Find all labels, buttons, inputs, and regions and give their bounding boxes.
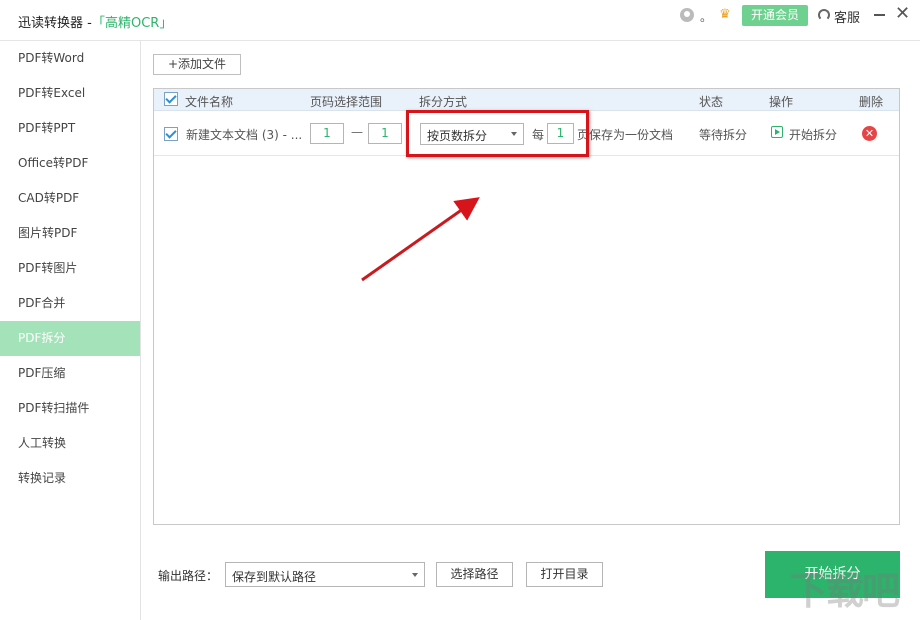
header-action: 操作 [769, 95, 794, 109]
output-path-label: 输出路径： [158, 569, 219, 583]
file-name: 新建文本文档 (3) - ... [186, 128, 303, 142]
choose-path-button[interactable]: 选择路径 [436, 562, 513, 587]
play-icon[interactable] [771, 126, 783, 138]
output-path-select[interactable]: 保存到默认路径 [225, 562, 425, 587]
annotation-arrow [361, 197, 480, 282]
app-title: 迅读转换器 - [18, 16, 92, 31]
select-all-checkbox[interactable] [164, 92, 178, 106]
header-page-range: 页码选择范围 [310, 95, 383, 109]
status-text: 等待拆分 [699, 128, 748, 142]
sidebar-item-office-to-pdf[interactable]: Office转PDF [0, 146, 140, 181]
watermark: 下载吧 [790, 568, 900, 613]
ocr-link[interactable]: 「高精OCR」 [92, 12, 172, 31]
sidebar: PDF转Word PDF转Excel PDF转PPT Office转PDF CA… [0, 41, 141, 620]
range-to-input[interactable]: 1 [368, 123, 402, 144]
sidebar-item-pdf-to-image[interactable]: PDF转图片 [0, 251, 140, 286]
vip-button[interactable]: 开通会员 [742, 5, 808, 26]
row-checkbox[interactable] [164, 127, 178, 141]
sidebar-item-pdf-split[interactable]: PDF拆分 [0, 321, 140, 356]
sidebar-item-cad-to-pdf[interactable]: CAD转PDF [0, 181, 140, 216]
delete-icon[interactable]: ✕ [862, 126, 877, 141]
header-delete: 删除 [859, 95, 884, 109]
output-path-value: 保存到默认路径 [232, 570, 317, 584]
table-row: 新建文本文档 (3) - ... 1 — 1 按页数拆分 每 1 页保存为一份文… [154, 110, 899, 157]
sidebar-item-pdf-to-scan[interactable]: PDF转扫描件 [0, 391, 140, 426]
sidebar-item-pdf-to-word[interactable]: PDF转Word [0, 41, 140, 76]
range-dash: — [351, 125, 363, 139]
sidebar-item-manual-convert[interactable]: 人工转换 [0, 426, 140, 461]
sidebar-item-pdf-merge[interactable]: PDF合并 [0, 286, 140, 321]
sidebar-item-pdf-to-ppt[interactable]: PDF转PPT [0, 111, 140, 146]
user-avatar-icon[interactable] [680, 8, 694, 22]
open-directory-button[interactable]: 打开目录 [526, 562, 603, 587]
sidebar-item-image-to-pdf[interactable]: 图片转PDF [0, 216, 140, 251]
start-split-link[interactable]: 开始拆分 [789, 126, 837, 143]
pages-suffix: 页保存为一份文档 [577, 128, 674, 142]
close-icon[interactable]: ✕ [895, 4, 910, 24]
add-file-button[interactable]: +添加文件 [153, 54, 241, 75]
minimize-icon[interactable] [874, 14, 885, 16]
sidebar-item-history[interactable]: 转换记录 [0, 461, 140, 496]
range-from-input[interactable]: 1 [310, 123, 344, 144]
highlight-annotation [406, 110, 589, 157]
sidebar-item-pdf-compress[interactable]: PDF压缩 [0, 356, 140, 391]
header-split-mode: 拆分方式 [419, 95, 468, 109]
header-file-name: 文件名称 [185, 95, 234, 109]
service-button[interactable]: 客服 [834, 7, 860, 26]
table-header: 文件名称 页码选择范围 拆分方式 状态 操作 删除 [154, 89, 899, 111]
sidebar-item-pdf-to-excel[interactable]: PDF转Excel [0, 76, 140, 111]
header-status: 状态 [699, 95, 724, 109]
user-name[interactable]: 。 [700, 8, 712, 25]
chevron-down-icon [412, 573, 418, 577]
vip-crown-icon: ♛ [719, 7, 731, 22]
headset-icon[interactable] [818, 9, 830, 21]
file-table: 文件名称 页码选择范围 拆分方式 状态 操作 删除 新建文本文档 (3) - .… [153, 88, 900, 525]
title-bar: 迅读转换器 - 「高精OCR」 。 ♛ 开通会员 客服 ✕ [0, 0, 920, 41]
